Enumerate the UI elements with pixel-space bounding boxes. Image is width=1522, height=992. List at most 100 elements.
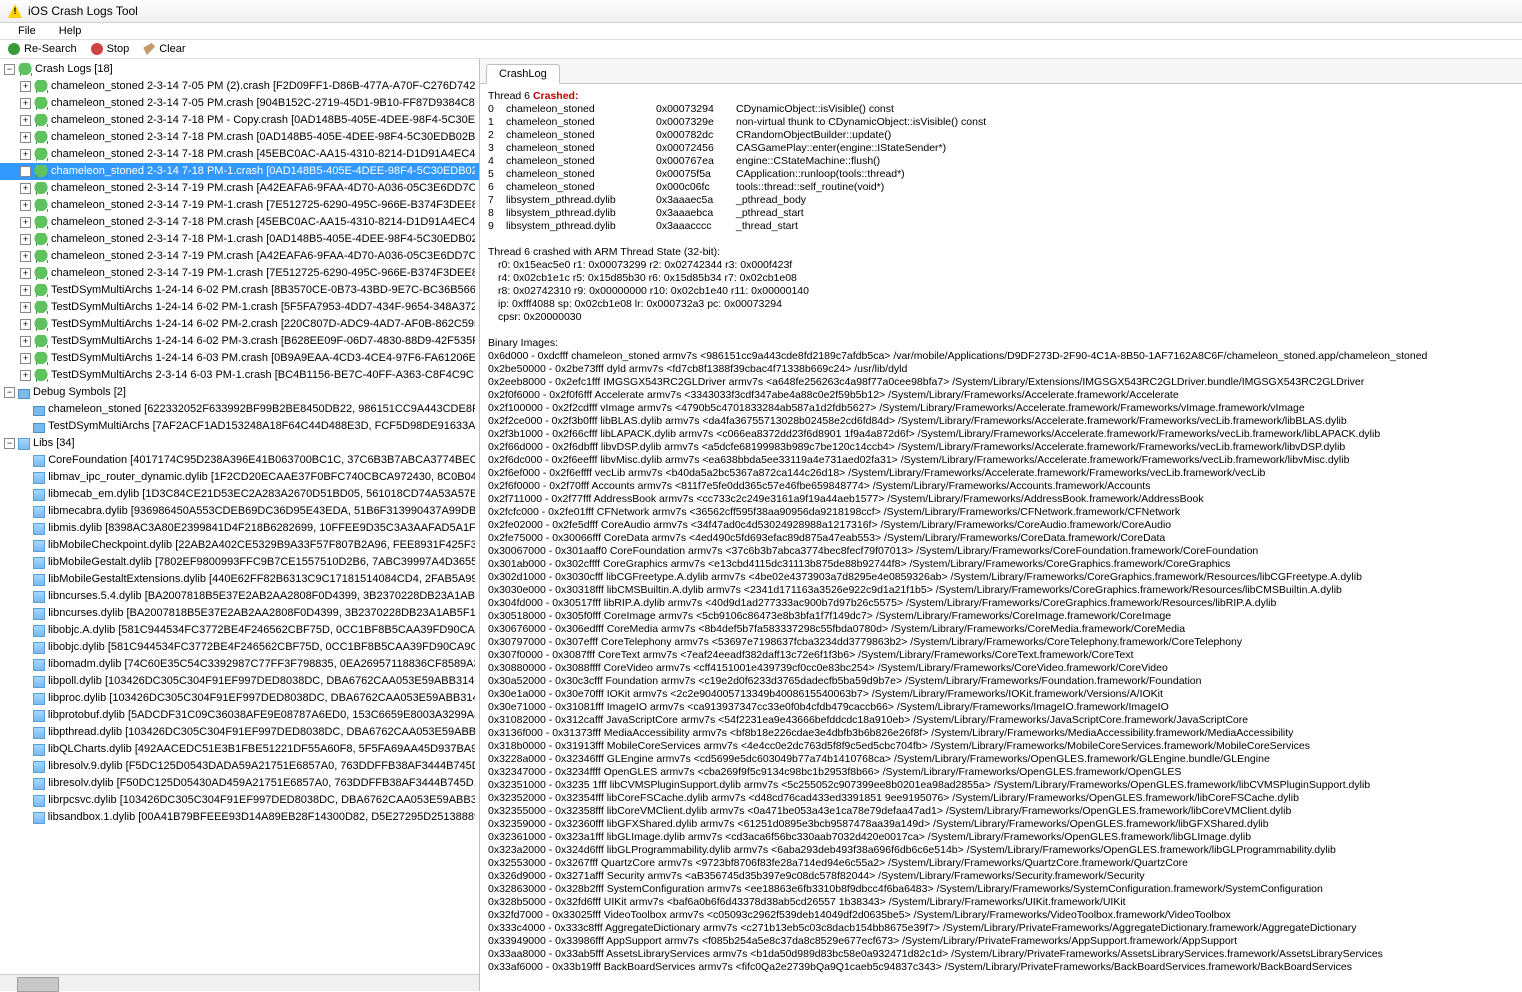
tree-item[interactable]: libprotobuf.dylib [5ADCDF31C09C36038AFE9… xyxy=(0,707,479,724)
tree-view[interactable]: −Crash Logs [18]+chameleon_stoned 2-3-14… xyxy=(0,59,479,974)
tree-item-label: TestDSymMultiArchs 1-24-14 6-02 PM-3.cra… xyxy=(51,334,475,349)
binary-image-row: 0x32361000 - 0x323a1fff libGLImage.dylib… xyxy=(488,831,1514,844)
collapse-icon[interactable]: − xyxy=(4,387,15,398)
expand-icon[interactable]: + xyxy=(20,149,31,160)
expand-icon[interactable]: + xyxy=(20,336,31,347)
tree-item[interactable]: libresolv.9.dylib [F5DC125D0543DADA59A21… xyxy=(0,758,479,775)
tree-item[interactable]: libpoll.dylib [103426DC305C304F91EF997DE… xyxy=(0,673,479,690)
tree-item[interactable]: + TestDSymMultiArchs 1-24-14 6-02 PM-3.cr… xyxy=(0,333,479,350)
tree-item[interactable]: +chameleon_stoned 2-3-14 7-05 PM.crash [… xyxy=(0,95,479,112)
tree-item[interactable]: +TestDSymMultiArchs 1-24-14 6-02 PM.cras… xyxy=(0,282,479,299)
tree-item[interactable]: libresolv.dylib [F50DC125D05430AD459A217… xyxy=(0,775,479,792)
binary-image-row: 0x2be50000 - 0x2be73fff dyld armv7s <fd7… xyxy=(488,363,1514,376)
expand-icon[interactable]: + xyxy=(20,166,31,177)
tree-item[interactable]: libncurses.dylib [BA2007818B5E37E2AB2AA2… xyxy=(0,605,479,622)
bug-icon xyxy=(34,301,48,315)
titlebar: ! iOS Crash Logs Tool xyxy=(0,0,1522,23)
tree-item[interactable]: +chameleon_stoned 2-3-14 7-19 PM-1.crash… xyxy=(0,197,479,214)
tree-item[interactable]: libpthread.dylib [103426DC305C304F91EF99… xyxy=(0,724,479,741)
tree-item-label: libproc.dylib [103426DC305C304F91EF997DE… xyxy=(48,691,475,706)
expand-icon[interactable]: + xyxy=(20,81,31,92)
tree-item[interactable]: chameleon_stoned [622332052F633992BF99B2… xyxy=(0,401,479,418)
tree-item[interactable]: −Libs [34] xyxy=(0,435,479,452)
collapse-icon[interactable]: − xyxy=(4,64,15,75)
tree-item[interactable]: libmecabra.dylib [936986450A553CDEB69DC3… xyxy=(0,503,479,520)
expand-icon[interactable]: + xyxy=(20,370,31,381)
tree-item[interactable]: CoreFoundation [4017174C95D238A396E41B06… xyxy=(0,452,479,469)
library-icon xyxy=(33,727,45,739)
tree-item[interactable]: + chameleon_stoned 2-3-14 7-18 PM - Copy.… xyxy=(0,112,479,129)
tree-item[interactable]: libmis.dylib [8398AC3A80E2399841D4F218B6… xyxy=(0,520,479,537)
tree-item[interactable]: TestDSymMultiArchs [7AF2ACF1AD153248A18F… xyxy=(0,418,479,435)
menu-file[interactable]: File xyxy=(8,23,46,39)
tree-item[interactable]: libsandbox.1.dylib [00A41B79BFEEE93D14A8… xyxy=(0,809,479,826)
horizontal-scrollbar[interactable] xyxy=(0,974,479,991)
tree-item[interactable]: libproc.dylib [103426DC305C304F91EF997DE… xyxy=(0,690,479,707)
tree-item[interactable]: +chameleon_stoned 2-3-14 7-05 PM (2).cra… xyxy=(0,78,479,95)
tree-item-label: chameleon_stoned 2-3-14 7-18 PM-1.crash … xyxy=(51,232,475,247)
tree-item[interactable]: +TestDSymMultiArchs 2-3-14 6-03 PM-1.cra… xyxy=(0,367,479,384)
tree-item[interactable]: + chameleon_stoned 2-3-14 7-18 PM-1.crash… xyxy=(0,231,479,248)
binary-image-row: 0x304fd000 - 0x30517fff libRIP.A.dylib a… xyxy=(488,597,1514,610)
library-icon xyxy=(33,744,45,756)
tree-item[interactable]: −Crash Logs [18] xyxy=(0,61,479,78)
tree-item[interactable]: +chameleon_stoned 2-3-14 7-18 PM.crash [… xyxy=(0,146,479,163)
collapse-icon[interactable]: − xyxy=(4,438,15,449)
crashlog-text[interactable]: Thread 6 Crashed:0chameleon_stoned0x0007… xyxy=(480,84,1522,991)
research-button[interactable]: Re-Search xyxy=(8,43,77,55)
expand-icon[interactable]: + xyxy=(20,268,31,279)
stack-frame-row: 8libsystem_pthread.dylib0x3aaaebca_pthre… xyxy=(488,207,1514,220)
expand-icon[interactable]: + xyxy=(20,234,31,245)
tree-item[interactable]: libMobileCheckpoint.dylib [22AB2A402CE53… xyxy=(0,537,479,554)
bug-icon xyxy=(18,63,32,77)
expand-icon[interactable]: + xyxy=(20,200,31,211)
tree-item[interactable]: +chameleon_stoned 2-3-14 7-19 PM-1.crash… xyxy=(0,265,479,282)
expand-icon[interactable]: + xyxy=(20,302,31,313)
binary-image-row: 0x31082000 - 0x312cafff JavaScriptCore a… xyxy=(488,714,1514,727)
clear-button[interactable]: Clear xyxy=(143,43,185,55)
expand-icon[interactable]: + xyxy=(20,98,31,109)
tree-item[interactable]: +chameleon_stoned 2-3-14 7-18 PM-1.crash… xyxy=(0,163,479,180)
tree-item-label: chameleon_stoned 2-3-14 7-18 PM - Copy.c… xyxy=(51,113,475,128)
tree-item[interactable]: libobjc.A.dylib [581C944534FC3772BE4F246… xyxy=(0,622,479,639)
expand-icon[interactable]: + xyxy=(20,353,31,364)
tree-item[interactable]: + chameleon_stoned 2-3-14 7-18 PM.crash [… xyxy=(0,214,479,231)
tree-item[interactable]: +TestDSymMultiArchs 1-24-14 6-03 PM.cras… xyxy=(0,350,479,367)
binary-image-row: 0x2f6ef000 - 0x2f6effff vecLib armv7s <b… xyxy=(488,467,1514,480)
binary-image-row: 0x2f100000 - 0x2f2cdfff vImage armv7s <4… xyxy=(488,402,1514,415)
menu-help[interactable]: Help xyxy=(49,23,92,39)
expand-icon[interactable]: + xyxy=(20,319,31,330)
expand-icon[interactable]: + xyxy=(20,183,31,194)
tree-item-label: libQLCharts.dylib [492AACEDC51E3B1FBE512… xyxy=(48,742,475,757)
expand-icon[interactable]: + xyxy=(20,115,31,126)
tree-item[interactable]: libQLCharts.dylib [492AACEDC51E3B1FBE512… xyxy=(0,741,479,758)
expand-icon[interactable]: + xyxy=(20,285,31,296)
tab-crashlog[interactable]: CrashLog xyxy=(486,64,560,84)
tree-item[interactable]: +TestDSymMultiArchs 1-24-14 6-02 PM-1.cr… xyxy=(0,299,479,316)
tree-item[interactable]: libmecab_em.dylib [1D3C84CE21D53EC2A283A… xyxy=(0,486,479,503)
tree-item[interactable]: +chameleon_stoned 2-3-14 7-19 PM.crash [… xyxy=(0,248,479,265)
tree-item[interactable]: +chameleon_stoned 2-3-14 7-19 PM.crash [… xyxy=(0,180,479,197)
tree-item[interactable]: +chameleon_stoned 2-3-14 7-18 PM.crash [… xyxy=(0,129,479,146)
tree-item[interactable]: libmav_ipc_router_dynamic.dylib [1F2CD20… xyxy=(0,469,479,486)
bug-icon xyxy=(34,250,48,264)
expand-icon[interactable]: + xyxy=(20,217,31,228)
expand-icon[interactable]: + xyxy=(20,251,31,262)
binary-image-row: 0x32553000 - 0x3267fff QuartzCore armv7s… xyxy=(488,857,1514,870)
crashed-label: Crashed: xyxy=(533,90,579,102)
tree-item[interactable]: libncurses.5.4.dylib [BA2007818B5E37E2AB… xyxy=(0,588,479,605)
tree-item[interactable]: −Debug Symbols [2] xyxy=(0,384,479,401)
tree-item[interactable]: libomadm.dylib [74C60E35C54C3392987C77FF… xyxy=(0,656,479,673)
tree-item-label: chameleon_stoned [622332052F633992BF99B2… xyxy=(48,402,475,417)
tree-item[interactable]: libMobileGestaltExtensions.dylib [440E62… xyxy=(0,571,479,588)
bug-icon xyxy=(34,369,48,383)
tree-item[interactable]: libMobileGestalt.dylib [7802EF9800993FFC… xyxy=(0,554,479,571)
expand-icon[interactable]: + xyxy=(20,132,31,143)
tree-item[interactable]: librpcsvc.dylib [103426DC305C304F91EF997… xyxy=(0,792,479,809)
library-icon xyxy=(33,557,45,569)
binary-image-row: 0x2f6f0000 - 0x2f70fff Accounts armv7s <… xyxy=(488,480,1514,493)
tree-item[interactable]: libobjc.dylib [581C944534FC3772BE4F24656… xyxy=(0,639,479,656)
tree-item-label: chameleon_stoned 2-3-14 7-18 PM.crash [4… xyxy=(51,215,475,230)
stop-button[interactable]: Stop xyxy=(91,43,130,55)
tree-item[interactable]: +TestDSymMultiArchs 1-24-14 6-02 PM-2.cr… xyxy=(0,316,479,333)
